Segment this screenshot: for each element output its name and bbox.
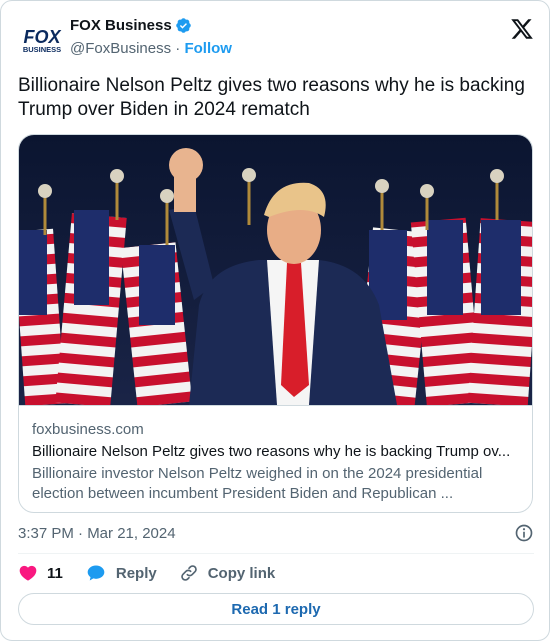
author-name-row: FOX Business: [70, 17, 192, 34]
author-display-name[interactable]: FOX Business: [70, 17, 172, 34]
link-preview-card[interactable]: foxbusiness.com Billionaire Nelson Peltz…: [18, 134, 533, 513]
timestamp-row: 3:37 PM · Mar 21, 2024: [18, 521, 534, 545]
author-handle[interactable]: @FoxBusiness: [70, 40, 171, 57]
link-icon: [180, 565, 197, 581]
follow-button[interactable]: Follow: [184, 40, 232, 57]
fox-business-logo[interactable]: FOX BUSINESS: [20, 25, 64, 55]
like-button[interactable]: 11: [18, 563, 63, 583]
reply-button[interactable]: Reply: [85, 563, 157, 583]
link-description: Billionaire investor Nelson Peltz weighe…: [32, 465, 483, 502]
info-icon[interactable]: [514, 523, 534, 543]
tweet-timestamp[interactable]: 3:37 PM · Mar 21, 2024: [18, 525, 176, 542]
reply-label: Reply: [115, 564, 157, 582]
reply-bubble-icon: [87, 565, 105, 581]
logo-text-bottom: BUSINESS: [23, 45, 61, 54]
tweet-text: Billionaire Nelson Peltz gives two reaso…: [18, 75, 525, 120]
like-count: 11: [47, 564, 63, 582]
link-domain: foxbusiness.com: [32, 421, 144, 438]
link-preview-image: [19, 135, 532, 405]
handle-separator: ·: [171, 40, 185, 57]
tweet-header: FOX BUSINESS FOX Business @FoxBusiness ·…: [18, 15, 534, 63]
link-preview-meta: foxbusiness.com Billionaire Nelson Peltz…: [19, 405, 532, 512]
read-replies-button[interactable]: Read 1 reply: [18, 593, 534, 625]
copy-link-button[interactable]: Copy link: [179, 563, 276, 583]
embedded-tweet-card: FOX BUSINESS FOX Business @FoxBusiness ·…: [0, 0, 550, 641]
heart-icon: [19, 565, 37, 581]
x-logo-icon[interactable]: [510, 17, 534, 41]
verified-badge-icon: [175, 18, 191, 33]
copy-link-label: Copy link: [207, 564, 276, 582]
divider: [18, 553, 534, 554]
link-title: Billionaire Nelson Peltz gives two reaso…: [32, 443, 511, 460]
logo-text-top: FOX: [23, 27, 61, 47]
tweet-actions: 11 Reply Copy link: [18, 561, 297, 585]
author-handle-row: @FoxBusiness · Follow: [70, 40, 232, 57]
